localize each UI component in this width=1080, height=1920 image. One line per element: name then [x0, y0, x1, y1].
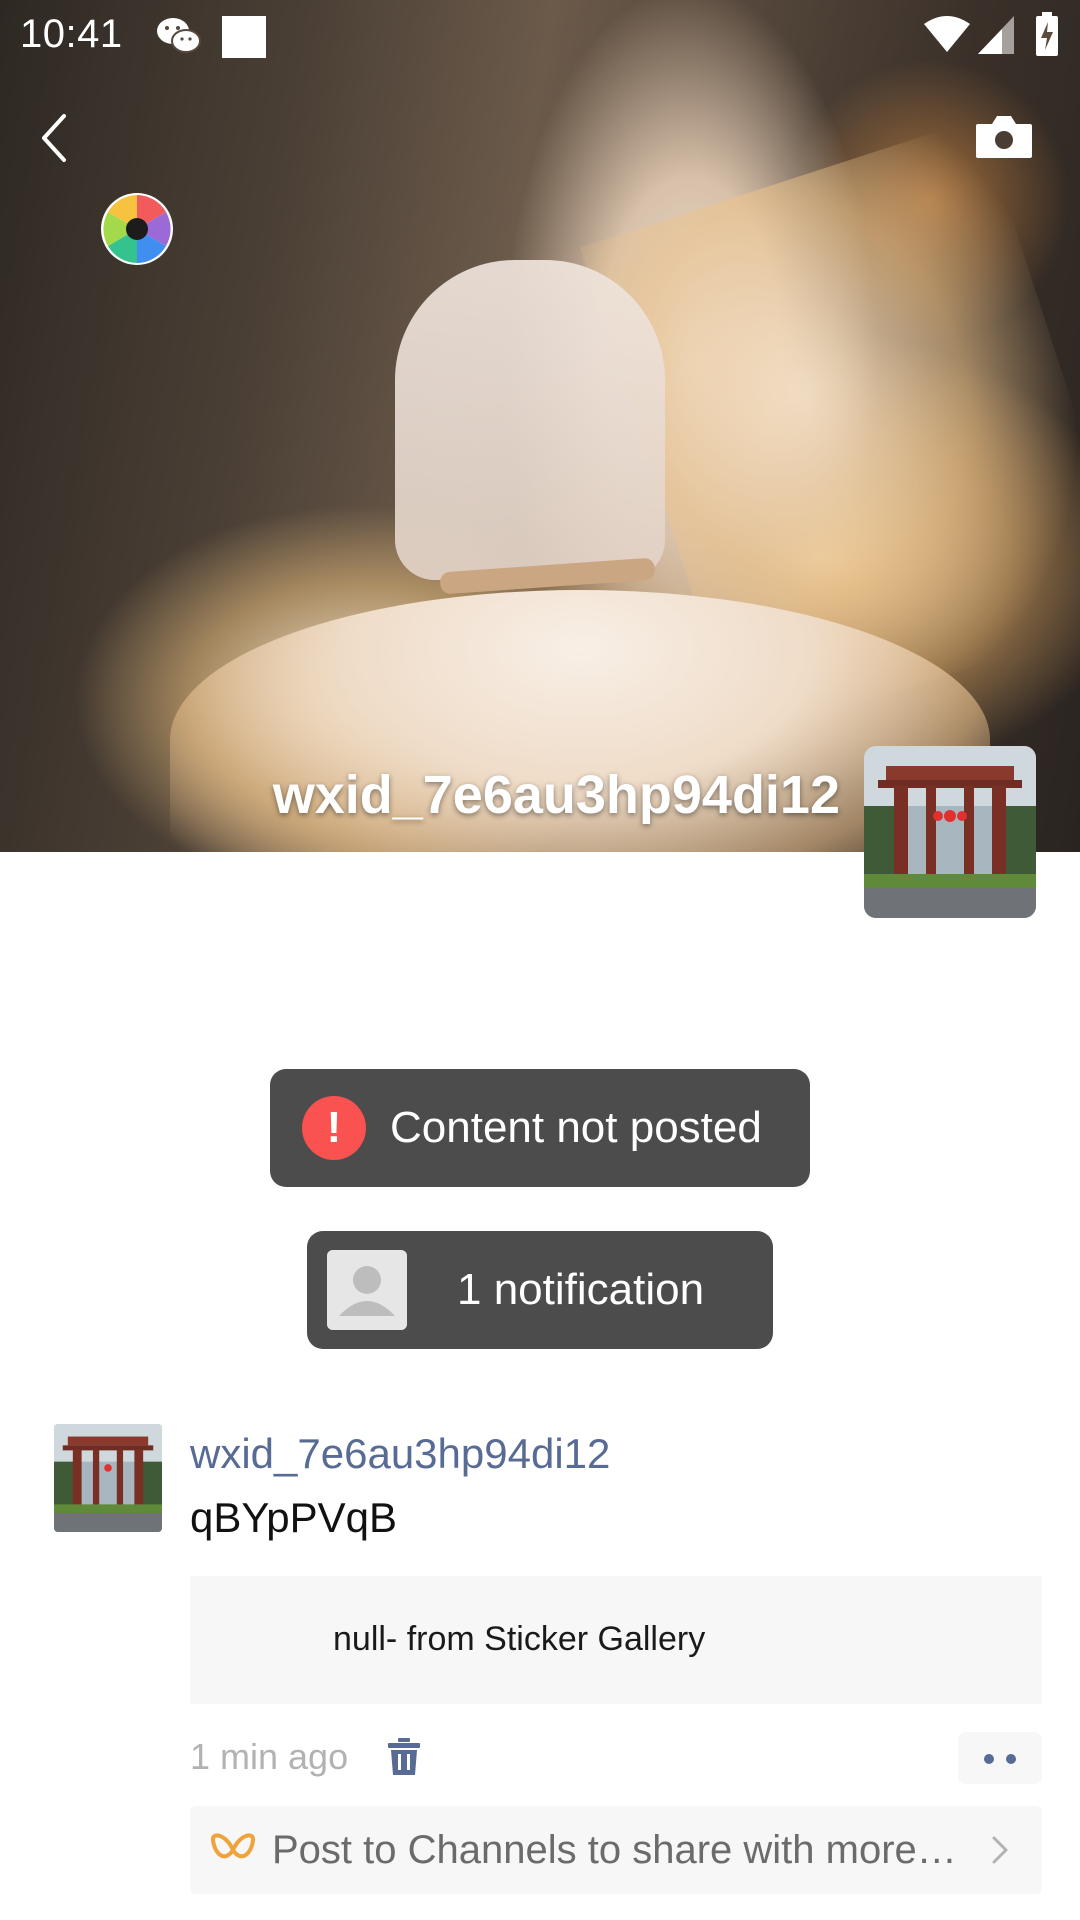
sticker-caption: null- from Sticker Gallery	[333, 1620, 706, 1658]
notification-toast[interactable]: 1 notification	[307, 1231, 773, 1349]
sticker-card[interactable]: null- from Sticker Gallery	[190, 1576, 1042, 1704]
wechat-icon	[157, 18, 201, 53]
cover-photo[interactable]	[0, 0, 1080, 852]
notification-text: 1 notification	[457, 1265, 705, 1314]
channels-prompt: Post to Channels to share with more…	[272, 1828, 957, 1872]
status-time: 10:41	[20, 12, 123, 56]
back-arrow-icon[interactable]	[30, 108, 80, 168]
toast-error-text: Content not posted	[390, 1103, 762, 1152]
trash-icon[interactable]	[388, 1738, 420, 1776]
channels-butterfly-icon	[211, 1833, 255, 1859]
notification-square-icon	[222, 16, 266, 58]
chevron-right-icon	[992, 1836, 1008, 1864]
aperture-icon[interactable]	[100, 192, 174, 266]
post-text: qBYpPVqB	[190, 1494, 398, 1541]
gate-photo	[864, 746, 1036, 918]
camera-icon[interactable]	[974, 112, 1034, 162]
cover-photo-bodice	[395, 260, 665, 580]
status-bar: 10:41	[0, 0, 1080, 76]
signal-icon	[978, 16, 1014, 54]
post-timestamp: 1 min ago	[190, 1736, 349, 1777]
battery-icon	[1036, 12, 1058, 56]
profile-avatar[interactable]	[864, 746, 1036, 918]
content-not-posted-toast: ! Content not posted	[270, 1069, 810, 1187]
post-author-avatar[interactable]	[54, 1424, 162, 1532]
post-to-channels-bar[interactable]: Post to Channels to share with more…	[190, 1806, 1042, 1894]
cover-username: wxid_7e6au3hp94di12	[272, 765, 840, 825]
more-dot	[1006, 1754, 1016, 1764]
person-icon	[327, 1250, 407, 1330]
exclamation-icon: !	[302, 1096, 366, 1160]
more-dots-icon[interactable]	[958, 1732, 1042, 1784]
wifi-icon	[924, 16, 970, 52]
post-author-name[interactable]: wxid_7e6au3hp94di12	[190, 1430, 610, 1478]
more-dot	[984, 1754, 994, 1764]
